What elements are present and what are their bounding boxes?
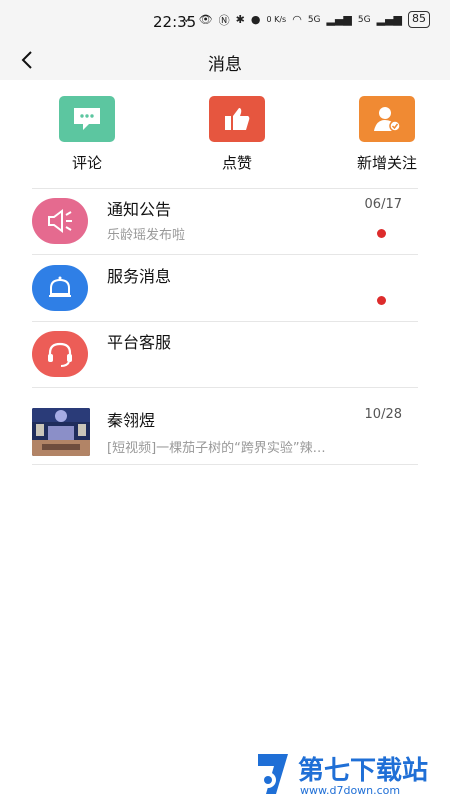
header: 消息 bbox=[0, 42, 450, 80]
signal-icon: ▂▄▆ bbox=[376, 13, 402, 26]
watermark-brand: 第七下载站 bbox=[298, 756, 429, 786]
message-title: 通知公告 bbox=[107, 200, 172, 219]
add-follower-icon bbox=[359, 96, 415, 142]
list-item-service[interactable]: 服务消息 bbox=[32, 256, 418, 322]
vpn-icon: ✓ bbox=[183, 13, 193, 26]
message-date: 06/17 bbox=[364, 197, 402, 212]
message-title: 秦翎煜 bbox=[107, 411, 156, 430]
list-item-chat[interactable]: 秦翎煜 [短视频]一棵茄子树的“跨界实验”辣… 10/28 bbox=[32, 389, 418, 465]
network-type-2: 5G bbox=[357, 14, 371, 25]
chat-bubble-icon bbox=[59, 96, 115, 142]
bell-icon bbox=[32, 265, 88, 311]
list-item-customer-service[interactable]: 平台客服 bbox=[32, 322, 418, 388]
shortcut-label: 评论 bbox=[71, 154, 102, 172]
shortcut-label: 点赞 bbox=[221, 154, 252, 172]
status-icons: ✓ 👁 Ⓝ ✱ ● 0 K/s ◠ 5G ▂▄▆ 5G ▂▄▆ 85 bbox=[183, 11, 430, 28]
location-icon: ● bbox=[250, 13, 261, 26]
message-date: 10/28 bbox=[364, 407, 402, 422]
message-preview: [短视频]一棵茄子树的“跨界实验”辣… bbox=[107, 441, 326, 456]
battery-icon: 85 bbox=[408, 11, 430, 28]
eye-icon: 👁 bbox=[198, 13, 213, 26]
shortcut-new-followers[interactable]: 新增关注 bbox=[347, 96, 427, 173]
list-item-notice[interactable]: 通知公告 乐龄瑶发布啦 06/17 bbox=[32, 189, 418, 255]
watermark-url: www.d7down.com bbox=[300, 784, 401, 797]
unread-dot bbox=[377, 229, 386, 238]
watermark: 第七下载站 www.d7down.com bbox=[254, 750, 450, 800]
bluetooth-icon: ✱ bbox=[235, 13, 245, 26]
video-thumbnail bbox=[32, 408, 90, 456]
unread-dot bbox=[377, 296, 386, 305]
network-speed: 0 K/s bbox=[266, 15, 287, 24]
status-bar: 22:35 ✓ 👁 Ⓝ ✱ ● 0 K/s ◠ 5G ▂▄▆ 5G ▂▄▆ 85 bbox=[0, 0, 450, 42]
message-title: 服务消息 bbox=[107, 267, 172, 286]
shortcut-likes[interactable]: 点赞 bbox=[197, 96, 277, 173]
signal-icon: ▂▄▆ bbox=[326, 13, 352, 26]
message-preview: 乐龄瑶发布啦 bbox=[107, 228, 186, 243]
nfc-icon: Ⓝ bbox=[218, 13, 230, 27]
megaphone-icon bbox=[32, 198, 88, 244]
page-title: 消息 bbox=[208, 55, 242, 75]
message-title: 平台客服 bbox=[107, 333, 172, 352]
shortcut-label: 新增关注 bbox=[356, 154, 417, 172]
network-type-1: 5G bbox=[307, 14, 321, 25]
thumbs-up-icon bbox=[209, 96, 265, 142]
wifi-icon: ◠ bbox=[292, 13, 302, 26]
watermark-logo bbox=[258, 754, 288, 794]
headset-icon bbox=[32, 331, 88, 377]
shortcut-comments[interactable]: 评论 bbox=[47, 96, 127, 173]
